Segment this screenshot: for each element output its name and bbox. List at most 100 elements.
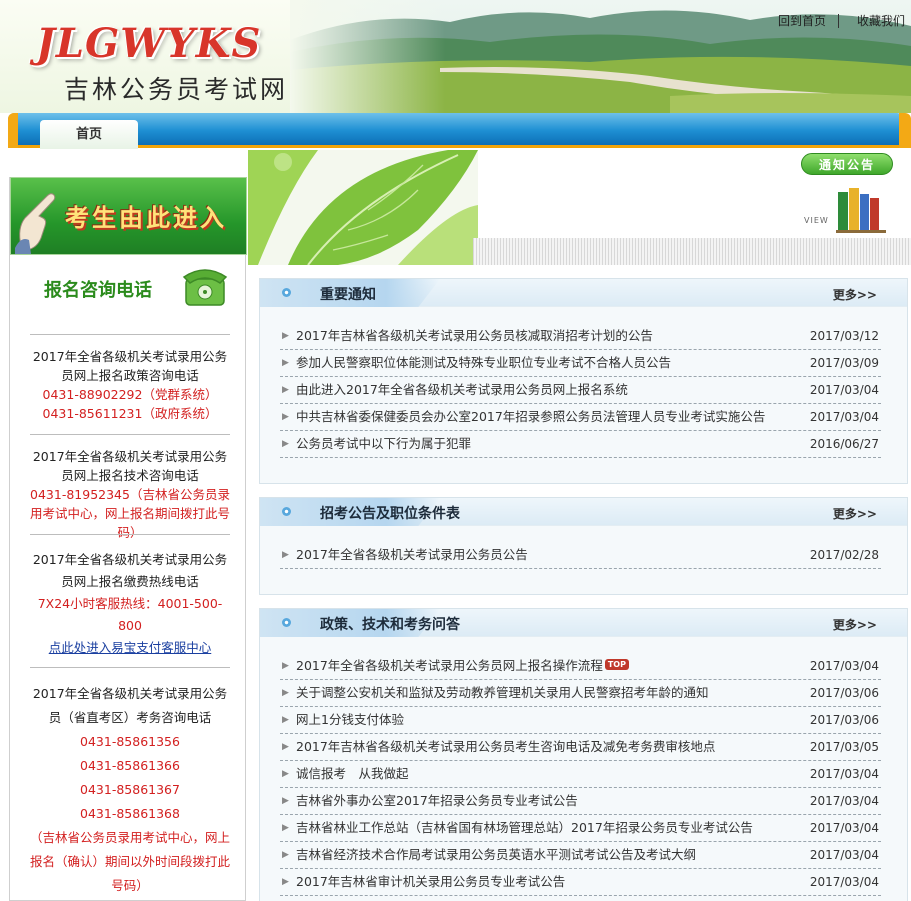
- exam-phone: 0431-85861368: [80, 806, 180, 821]
- news-item[interactable]: ▶ 2017年全省各级机关考试录用公务员公告 2017/02/28: [280, 542, 881, 569]
- news-item[interactable]: ▶ 参加人民警察职位体能测试及特殊专业职位专业考试不合格人员公告 2017/03/0…: [280, 350, 881, 377]
- bookmark-link[interactable]: 收藏我们: [839, 12, 911, 29]
- arrow-icon: ▶: [282, 358, 289, 368]
- news-item[interactable]: ▶ 2017年全省各级机关考试录用公务员网上报名操作流程 TOP 2017/03/04: [280, 653, 881, 680]
- arrow-icon: ▶: [282, 850, 289, 860]
- news-title[interactable]: 2017年全省各级机关考试录用公务员公告: [296, 547, 528, 562]
- payment-hotline: 7X24小时客服热线：4001-500-800: [37, 596, 223, 633]
- tech-consult-title: 2017年全省各级机关考试录用公务员网上报名技术咨询电话: [32, 449, 228, 483]
- more-link[interactable]: 更多>>: [833, 505, 877, 522]
- arrow-icon: ▶: [282, 823, 289, 833]
- news-title[interactable]: 由此进入2017年全省各级机关考试录用公务员网上报名系统: [296, 382, 628, 397]
- panel-header: 重要通知 更多>>: [260, 279, 907, 307]
- news-item[interactable]: ▶ 诚信报考 从我做起 2017/03/04: [280, 761, 881, 788]
- payment-service-link[interactable]: 点此处进入易宝支付客服中心: [30, 637, 230, 659]
- candidate-entry-text: 考生由此进入: [65, 203, 227, 232]
- payment-hotline-block: 2017年全省各级机关考试录用公务员网上报名缴费热线电话 7X24小时客服热线：…: [30, 549, 230, 659]
- arrow-icon: ▶: [282, 331, 289, 341]
- news-title[interactable]: 吉林省经济技术合作局考试录用公务员英语水平测试考试公告及考试大纲: [296, 847, 696, 862]
- panel-title: 招考公告及职位条件表: [320, 506, 460, 522]
- news-date: 2017/03/09: [809, 356, 879, 370]
- sidebar-divider: [30, 334, 230, 335]
- news-item[interactable]: ▶ 吉林省林业工作总站（吉林省国有林场管理总站）2017年招录公务员专业考试公告 2…: [280, 815, 881, 842]
- home-link[interactable]: 回到首页: [760, 12, 832, 29]
- news-date: 2017/03/04: [809, 383, 879, 397]
- news-item[interactable]: ▶ 中共吉林省委保健委员会办公室2017年招录参照公务员法管理人员专业考试实施公告…: [280, 404, 881, 431]
- news-item[interactable]: ▶ 2017年吉林省各级机关考试录用公务员核减取消招考计划的公告 2017/03/1…: [280, 323, 881, 350]
- news-title[interactable]: 诚信报考 从我做起: [296, 766, 409, 781]
- arrow-icon: ▶: [282, 550, 289, 560]
- arrow-icon: ▶: [282, 796, 289, 806]
- top-links: 回到首页 收藏我们: [760, 12, 911, 29]
- panel-header: 政策、技术和考务问答 更多>>: [260, 609, 907, 637]
- news-title[interactable]: 2017年吉林省各级机关考试录用公务员考生咨询电话及减免考务费审核地点: [296, 739, 715, 754]
- view-label: VIEW: [804, 216, 829, 225]
- news-date: 2017/03/06: [809, 686, 879, 700]
- bullet-dot-icon: [282, 618, 291, 627]
- exam-phone: 0431-85861366: [80, 758, 180, 773]
- news-title[interactable]: 2017年吉林省审计机关录用公务员专业考试公告: [296, 874, 565, 889]
- news-item[interactable]: ▶ 2017年吉林省各级机关考试录用公务员考生咨询电话及减免考务费审核地点 2017…: [280, 734, 881, 761]
- news-item[interactable]: ▶ 吉林省外事办公室2017年招录公务员专业考试公告 2017/03/04: [280, 788, 881, 815]
- news-date: 2017/03/04: [809, 848, 879, 862]
- policy-qa-panel: 政策、技术和考务问答 更多>> ▶ 2017年全省各级机关考试录用公务员网上报名操…: [259, 608, 908, 901]
- news-title[interactable]: 公务员考试中以下行为属于犯罪: [296, 436, 471, 451]
- nav-cap-right: [899, 113, 911, 148]
- news-list: ▶ 2017年全省各级机关考试录用公务员网上报名操作流程 TOP 2017/03/04…: [260, 637, 907, 901]
- site-header: JLGWYKS 吉林公务员考试网 回到首页 收藏我们: [0, 0, 911, 113]
- news-item[interactable]: ▶ 关于调整公安机关和监狱及劳动教养管理机关录用人民警察招考年龄的通知 2017/0…: [280, 680, 881, 707]
- top-badge: TOP: [604, 659, 629, 670]
- arrow-icon: ▶: [282, 688, 289, 698]
- news-item[interactable]: ▶ 由此进入2017年全省各级机关考试录用公务员网上报名系统 2017/03/04: [280, 377, 881, 404]
- exam-consult-title: 2017年全省各级机关考试录用公务员（省直考区）考务咨询电话: [32, 686, 228, 725]
- news-title[interactable]: 参加人民警察职位体能测试及特殊专业职位专业考试不合格人员公告: [296, 355, 671, 370]
- news-title[interactable]: 关于调整公安机关和监狱及劳动教养管理机关录用人民警察招考年龄的通知: [296, 685, 709, 700]
- sidebar: 考生由此进入 报名咨询电话 2017年全省各级机关考试录用公务员网上报名政策咨询…: [9, 177, 247, 901]
- policy-consult-title: 2017年全省各级机关考试录用公务员网上报名政策咨询电话: [32, 349, 228, 383]
- exam-phone-note: （吉林省公务员录用考试中心，网上报名（确认）期间以外时间段拨打此号码）: [30, 830, 231, 893]
- news-item[interactable]: ▶ 吉林省经济技术合作局考试录用公务员英语水平测试考试公告及考试大纲 2017/03…: [280, 842, 881, 869]
- news-item[interactable]: ▶ 网上1分钱支付体验 2017/03/06: [280, 707, 881, 734]
- news-date: 2017/03/12: [809, 329, 879, 343]
- news-title[interactable]: 吉林省林业工作总站（吉林省国有林场管理总站）2017年招录公务员专业考试公告: [296, 820, 753, 835]
- news-date: 2017/03/04: [809, 821, 879, 835]
- green-leaf-image: [248, 150, 478, 265]
- policy-phone: 0431-88902292（党群系统）: [42, 387, 218, 402]
- news-date: 2017/03/04: [809, 410, 879, 424]
- arrow-icon: ▶: [282, 412, 289, 422]
- nav-tab-home[interactable]: 首页: [40, 120, 138, 149]
- tech-consult-block: 2017年全省各级机关考试录用公务员网上报名技术咨询电话 0431-819523…: [30, 447, 230, 542]
- exam-phone: 0431-85861356: [80, 734, 180, 749]
- telephone-icon: [182, 269, 228, 306]
- news-title[interactable]: 2017年全省各级机关考试录用公务员网上报名操作流程: [296, 658, 603, 673]
- news-item[interactable]: ▶ 公务员考试中以下行为属于犯罪 2016/06/27: [280, 431, 881, 458]
- more-link[interactable]: 更多>>: [833, 616, 877, 633]
- news-date: 2017/03/04: [809, 659, 879, 673]
- pointing-hand-icon: [15, 193, 56, 254]
- arrow-icon: ▶: [282, 439, 289, 449]
- more-link[interactable]: 更多>>: [833, 286, 877, 303]
- news-date: 2017/03/05: [809, 740, 879, 754]
- news-title[interactable]: 中共吉林省委保健委员会办公室2017年招录参照公务员法管理人员专业考试实施公告: [296, 409, 765, 424]
- arrow-icon: ▶: [282, 769, 289, 779]
- sidebar-divider: [30, 434, 230, 435]
- news-title[interactable]: 2017年吉林省各级机关考试录用公务员核减取消招考计划的公告: [296, 328, 653, 343]
- site-logo[interactable]: JLGWYKS: [36, 20, 261, 67]
- recruitment-announcements-panel: 招考公告及职位条件表 更多>> ▶ 2017年全省各级机关考试录用公务员公告 201…: [259, 497, 908, 595]
- arrow-icon: ▶: [282, 877, 289, 887]
- important-notices-panel: 重要通知 更多>> ▶ 2017年吉林省各级机关考试录用公务员核减取消招考计划的公…: [259, 278, 908, 484]
- nav-bar: [8, 113, 903, 148]
- exam-phone: 0431-85861367: [80, 782, 180, 797]
- notice-tab[interactable]: 通知公告: [801, 153, 893, 175]
- news-list: ▶ 2017年吉林省各级机关考试录用公务员核减取消招考计划的公告 2017/03/1…: [260, 307, 907, 464]
- banner-stripes: [473, 238, 911, 265]
- bullet-dot-icon: [282, 507, 291, 516]
- news-title[interactable]: 网上1分钱支付体验: [296, 712, 404, 727]
- news-item[interactable]: ▶ 2017年吉林省审计机关录用公务员专业考试公告 2017/03/04: [280, 869, 881, 896]
- news-title[interactable]: 吉林省外事办公室2017年招录公务员专业考试公告: [296, 793, 578, 808]
- leaf-banner: 通知公告 VIEW: [248, 150, 911, 265]
- news-date: 2017/03/04: [809, 875, 879, 889]
- news-list: ▶ 2017年全省各级机关考试录用公务员公告 2017/02/28: [260, 526, 907, 575]
- consult-phone-title: 报名咨询电话: [44, 280, 152, 301]
- candidate-entry-button[interactable]: 考生由此进入: [10, 177, 247, 255]
